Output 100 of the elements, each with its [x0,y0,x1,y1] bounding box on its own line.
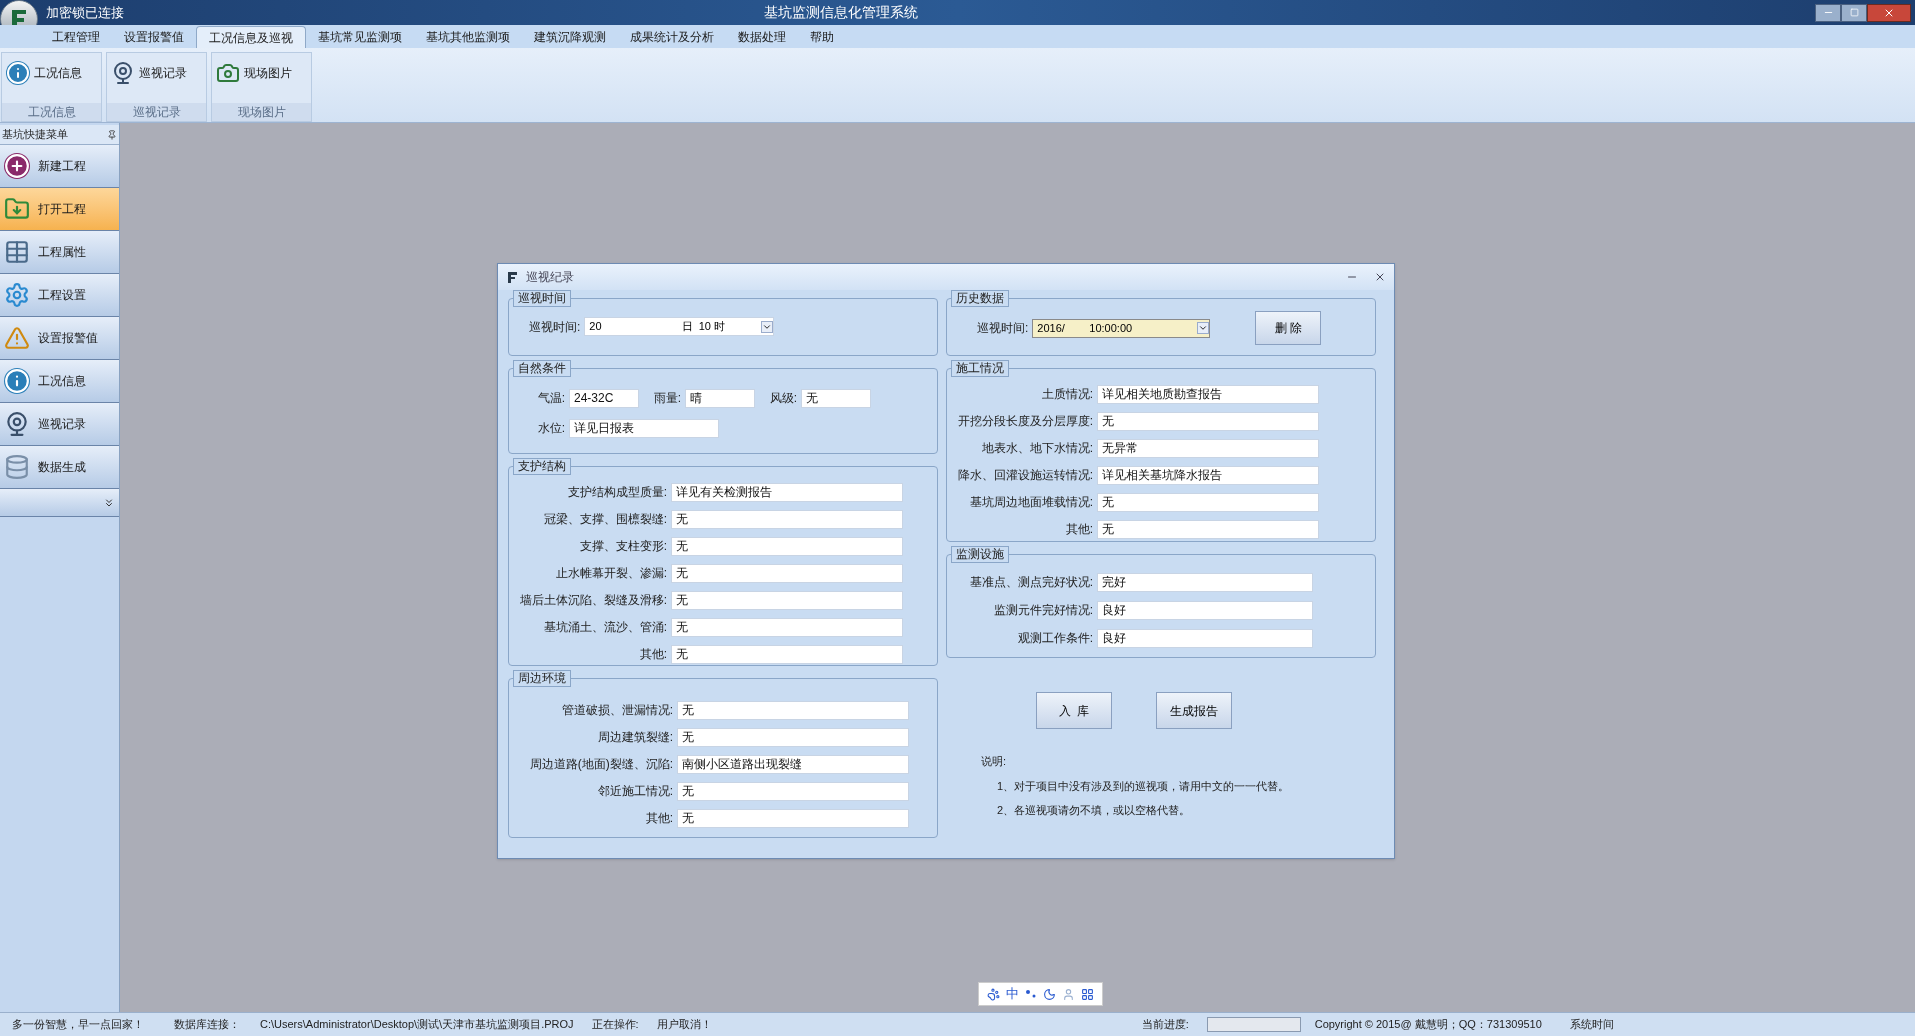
text-field[interactable]: 无 [671,644,903,664]
sidebar-item[interactable]: 巡视记录 [0,403,119,446]
field-label: 管道破损、泄漏情况: [560,702,674,719]
text-field[interactable]: 无 [801,388,871,408]
text-field[interactable]: 无 [677,781,909,801]
connection-status: 加密锁已连接 [46,3,124,22]
text-field[interactable]: 良好 [1097,600,1313,620]
menu-tab[interactable]: 成果统计及分析 [618,26,726,48]
text-field[interactable]: 无 [671,536,903,556]
text-field[interactable]: 详见相关基坑降水报告 [1097,465,1319,485]
field-label: 巡视时间: [977,320,1029,337]
field-label: 墙后土体沉陷、裂缝及滑移: [518,592,668,609]
field-label: 止水帷幕开裂、渗漏: [554,565,668,582]
group-legend: 支护结构 [513,458,571,475]
ribbon-group-caption: 现场图片 [212,103,311,121]
text-field[interactable]: 详见日报表 [569,418,719,438]
copyright-text: Copyright © 2015@ 戴慧明；QQ：731309510 [1314,1017,1542,1033]
menu-tab[interactable]: 工况信息及巡视 [196,26,306,48]
text-field[interactable]: 完好 [1097,572,1313,592]
status-label: 当前进度: [1141,1017,1189,1033]
notes-heading: 说明: [981,754,1008,769]
text-field[interactable]: 无 [1097,492,1319,512]
field-label: 地表水、地下水情况: [980,440,1094,457]
field-label: 基准点、测点完好状况: [968,574,1094,591]
text-field[interactable]: 无异常 [1097,438,1319,458]
sidebar-item[interactable]: 新建工程 [0,145,119,188]
text-field[interactable]: 无 [671,509,903,529]
field-label: 支撑、支柱变形: [578,538,668,555]
dropdown-icon[interactable] [761,320,774,333]
sidebar-item[interactable]: 打开工程 [0,188,119,231]
date-picker[interactable]: 2016/ 10:00:00 [1032,318,1211,338]
date-picker[interactable]: 20 日 10 时 [584,317,775,336]
window-title: 基坑监测信息化管理系统 [764,3,918,22]
sidebar-item[interactable]: 工程属性 [0,231,119,274]
text-field[interactable]: 无 [671,590,903,610]
delete-button[interactable]: 删 除 [1255,311,1322,345]
text-field[interactable]: 24-32C [569,388,639,408]
gear-icon [4,282,30,308]
close-icon[interactable] [1374,271,1386,283]
menu-tab[interactable]: 基坑其他监测项 [414,26,522,48]
sidebar-item[interactable]: 数据生成 [0,446,119,489]
text-field[interactable]: 无 [677,808,909,828]
action-button[interactable]: 生成报告 [1156,692,1232,729]
menu-tab[interactable]: 帮助 [798,26,846,48]
sidebar-item[interactable]: 工况信息 [0,360,119,403]
sidebar-item[interactable]: 设置报警值 [0,317,119,360]
menu-tab[interactable]: 工程管理 [40,26,112,48]
text-field[interactable]: 详见相关地质勘查报告 [1097,384,1319,404]
sidebar-item[interactable]: 工程设置 [0,274,119,317]
field-label: 周边建筑裂缝: [596,729,674,746]
text-field[interactable]: 南侧小区道路出现裂缝 [677,754,909,774]
text-field[interactable]: 详见有关检测报告 [671,482,903,502]
text-field[interactable]: 无 [671,563,903,583]
moon-icon[interactable] [1043,987,1056,1001]
field-label: 土质情况: [1040,386,1094,403]
field-label: 开挖分段长度及分层厚度: [956,413,1094,430]
minimize-button[interactable] [1815,3,1841,22]
menu-tab[interactable]: 基坑常见监测项 [306,26,414,48]
maximize-button[interactable] [1841,3,1867,22]
text-field[interactable]: 无 [671,617,903,637]
field-label: 冠梁、支撑、围檩裂缝: [542,511,668,528]
grid-icon[interactable] [1081,987,1094,1001]
dropdown-icon[interactable] [1197,322,1210,334]
info-icon [6,61,30,85]
field-label: 雨量: [652,390,682,407]
sidebar-title: 基坑快捷菜单 [2,127,68,143]
paw-icon[interactable] [987,987,1000,1001]
note-line: 2、各巡视项请勿不填，或以空格代替。 [996,803,1192,818]
status-label: 正在操作: [591,1017,639,1033]
text-field[interactable]: 晴 [685,388,755,408]
more-icon[interactable] [103,496,115,509]
dialog-title: 巡视纪录 [526,269,574,286]
group-legend: 巡视时间 [513,290,571,307]
field-label: 邻近施工情况: [596,783,674,800]
field-label: 降水、回灌设施运转情况: [956,467,1094,484]
punctuation-icon[interactable] [1025,988,1037,1000]
group-legend: 监测设施 [951,546,1009,563]
ribbon-button[interactable]: 巡视记录 [107,61,206,85]
text-field[interactable]: 无 [677,700,909,720]
menu-tab[interactable]: 设置报警值 [112,26,196,48]
field-label: 气温: [536,390,566,407]
text-field[interactable]: 无 [1097,411,1319,431]
action-button[interactable]: 入 库 [1036,692,1112,729]
pin-icon[interactable] [107,129,117,140]
text-field[interactable]: 良好 [1097,628,1313,648]
menu-tab[interactable]: 建筑沉降观测 [522,26,618,48]
webcam-icon [4,411,30,437]
ribbon-group-caption: 工况信息 [2,103,101,121]
text-field[interactable]: 无 [1097,519,1319,539]
text-field[interactable]: 无 [677,727,909,747]
plus-icon [4,153,30,179]
field-label: 周边道路(地面)裂缝、沉陷: [528,756,674,773]
ime-mode[interactable]: 中 [1006,984,1019,1004]
ribbon-button[interactable]: 工况信息 [2,61,101,85]
field-label: 基坑周边地面堆载情况: [968,494,1094,511]
warning-icon [4,325,30,351]
ribbon-button[interactable]: 现场图片 [212,61,311,85]
menu-tab[interactable]: 数据处理 [726,26,798,48]
field-label: 巡视时间: [529,318,581,336]
field-label: 其他: [644,810,674,827]
